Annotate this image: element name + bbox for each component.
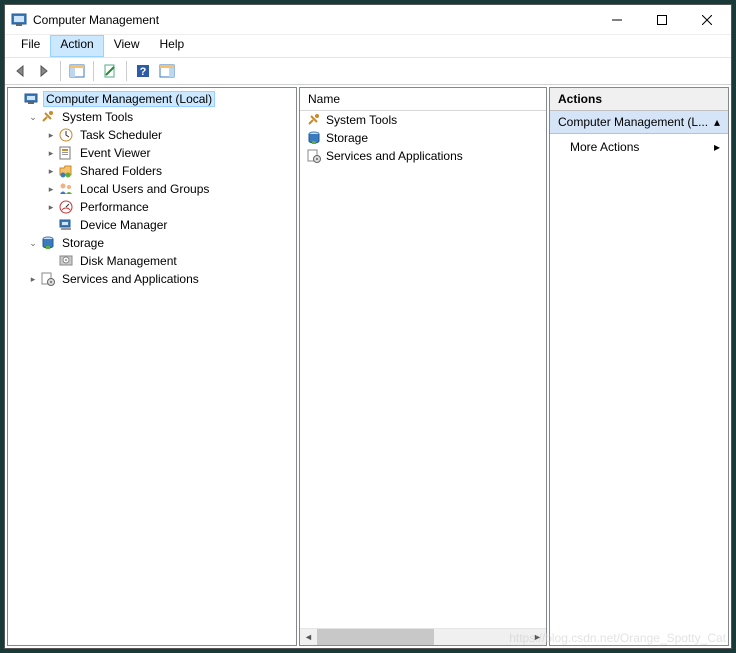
tree-label: Storage: [59, 236, 107, 250]
twisty-collapsed-icon[interactable]: ▸: [26, 274, 40, 285]
toolbar: ?: [5, 57, 731, 85]
list-pane: Name System Tools Storage Services and A…: [299, 87, 547, 646]
services-icon: [40, 271, 56, 287]
twisty-collapsed-icon[interactable]: ▸: [44, 166, 58, 177]
scroll-thumb[interactable]: [317, 629, 434, 645]
column-header-name[interactable]: Name: [300, 88, 546, 111]
tree-storage[interactable]: ⌄ Storage: [26, 234, 296, 252]
more-actions[interactable]: More Actions ▸: [550, 134, 728, 160]
tree-label: Device Manager: [77, 218, 170, 232]
chevron-right-icon: ▸: [714, 140, 720, 154]
list-item-label: Storage: [326, 131, 368, 145]
back-button[interactable]: [9, 60, 31, 82]
twisty-collapsed-icon[interactable]: ▸: [44, 148, 58, 159]
users-icon: [58, 181, 74, 197]
show-hide-action-pane-button[interactable]: [156, 60, 178, 82]
maximize-button[interactable]: [639, 6, 684, 34]
list-item-label: System Tools: [326, 113, 397, 127]
properties-button[interactable]: [99, 60, 121, 82]
tools-icon: [40, 109, 56, 125]
nav-tree[interactable]: ▶ Computer Management (Local) ⌄ System T…: [8, 88, 296, 645]
twisty-collapsed-icon[interactable]: ▸: [44, 202, 58, 213]
content-area: ▶ Computer Management (Local) ⌄ System T…: [5, 85, 731, 648]
tree-label: System Tools: [59, 110, 136, 124]
tree-label: Local Users and Groups: [77, 182, 212, 196]
twisty-collapsed-icon[interactable]: ▸: [44, 184, 58, 195]
tree-label: Task Scheduler: [77, 128, 165, 142]
window-title: Computer Management: [33, 13, 594, 27]
tree-pane: ▶ Computer Management (Local) ⌄ System T…: [7, 87, 297, 646]
tree-system-tools[interactable]: ⌄ System Tools: [26, 108, 296, 126]
actions-context[interactable]: Computer Management (L... ▴: [550, 111, 728, 134]
tree-label: Disk Management: [77, 254, 180, 268]
scroll-track[interactable]: [317, 629, 529, 645]
svg-text:?: ?: [140, 66, 147, 78]
menu-action[interactable]: Action: [50, 35, 103, 57]
close-button[interactable]: [684, 6, 729, 34]
tree-shared-folders[interactable]: ▸ Shared Folders: [44, 162, 296, 180]
storage-icon: [40, 235, 56, 251]
twisty-collapsed-icon[interactable]: ▸: [44, 130, 58, 141]
tree-label: Computer Management (Local): [43, 91, 215, 107]
twisty-expanded-icon[interactable]: ⌄: [26, 112, 40, 123]
performance-icon: [58, 199, 74, 215]
more-actions-label: More Actions: [570, 140, 639, 154]
toolbar-separator: [60, 61, 61, 81]
tree-label: Performance: [77, 200, 152, 214]
list-body[interactable]: System Tools Storage Services and Applic…: [300, 111, 546, 628]
scroll-left-icon[interactable]: ◄: [300, 632, 317, 642]
actions-header: Actions: [550, 88, 728, 111]
titlebar: Computer Management: [5, 5, 731, 35]
list-item[interactable]: Services and Applications: [300, 147, 546, 165]
menu-help[interactable]: Help: [150, 35, 195, 57]
tree-device-manager[interactable]: ▸ Device Manager: [44, 216, 296, 234]
tree-task-scheduler[interactable]: ▸ Task Scheduler: [44, 126, 296, 144]
toolbar-separator: [93, 61, 94, 81]
menu-view[interactable]: View: [104, 35, 150, 57]
tools-icon: [306, 112, 322, 128]
menubar: File Action View Help: [5, 35, 731, 57]
shared-folder-icon: [58, 163, 74, 179]
collapse-icon[interactable]: ▴: [714, 115, 720, 129]
list-item[interactable]: Storage: [300, 129, 546, 147]
storage-icon: [306, 130, 322, 146]
window-controls: [594, 6, 729, 34]
tree-label: Event Viewer: [77, 146, 153, 160]
tree-root[interactable]: ▶ Computer Management (Local): [10, 90, 296, 108]
actions-context-label: Computer Management (L...: [558, 115, 708, 129]
toolbar-separator: [126, 61, 127, 81]
tree-label: Shared Folders: [77, 164, 165, 178]
horizontal-scrollbar[interactable]: ◄ ►: [300, 628, 546, 645]
services-icon: [306, 148, 322, 164]
twisty-expanded-icon[interactable]: ⌄: [26, 238, 40, 249]
minimize-button[interactable]: [594, 6, 639, 34]
list-item[interactable]: System Tools: [300, 111, 546, 129]
tree-local-users[interactable]: ▸ Local Users and Groups: [44, 180, 296, 198]
tree-performance[interactable]: ▸ Performance: [44, 198, 296, 216]
computer-management-window: Computer Management File Action View Hel…: [4, 4, 732, 649]
device-icon: [58, 217, 74, 233]
forward-button[interactable]: [33, 60, 55, 82]
tree-disk-management[interactable]: ▸ Disk Management: [44, 252, 296, 270]
tree-label: Services and Applications: [59, 272, 202, 286]
tree-services[interactable]: ▸ Services and Applications: [26, 270, 296, 288]
list-item-label: Services and Applications: [326, 149, 463, 163]
scroll-right-icon[interactable]: ►: [529, 632, 546, 642]
actions-pane: Actions Computer Management (L... ▴ More…: [549, 87, 729, 646]
menu-file[interactable]: File: [11, 35, 50, 57]
event-icon: [58, 145, 74, 161]
app-icon: [11, 12, 27, 28]
tree-event-viewer[interactable]: ▸ Event Viewer: [44, 144, 296, 162]
show-hide-tree-button[interactable]: [66, 60, 88, 82]
computer-icon: [24, 91, 40, 107]
clock-icon: [58, 127, 74, 143]
disk-icon: [58, 253, 74, 269]
help-button[interactable]: ?: [132, 60, 154, 82]
